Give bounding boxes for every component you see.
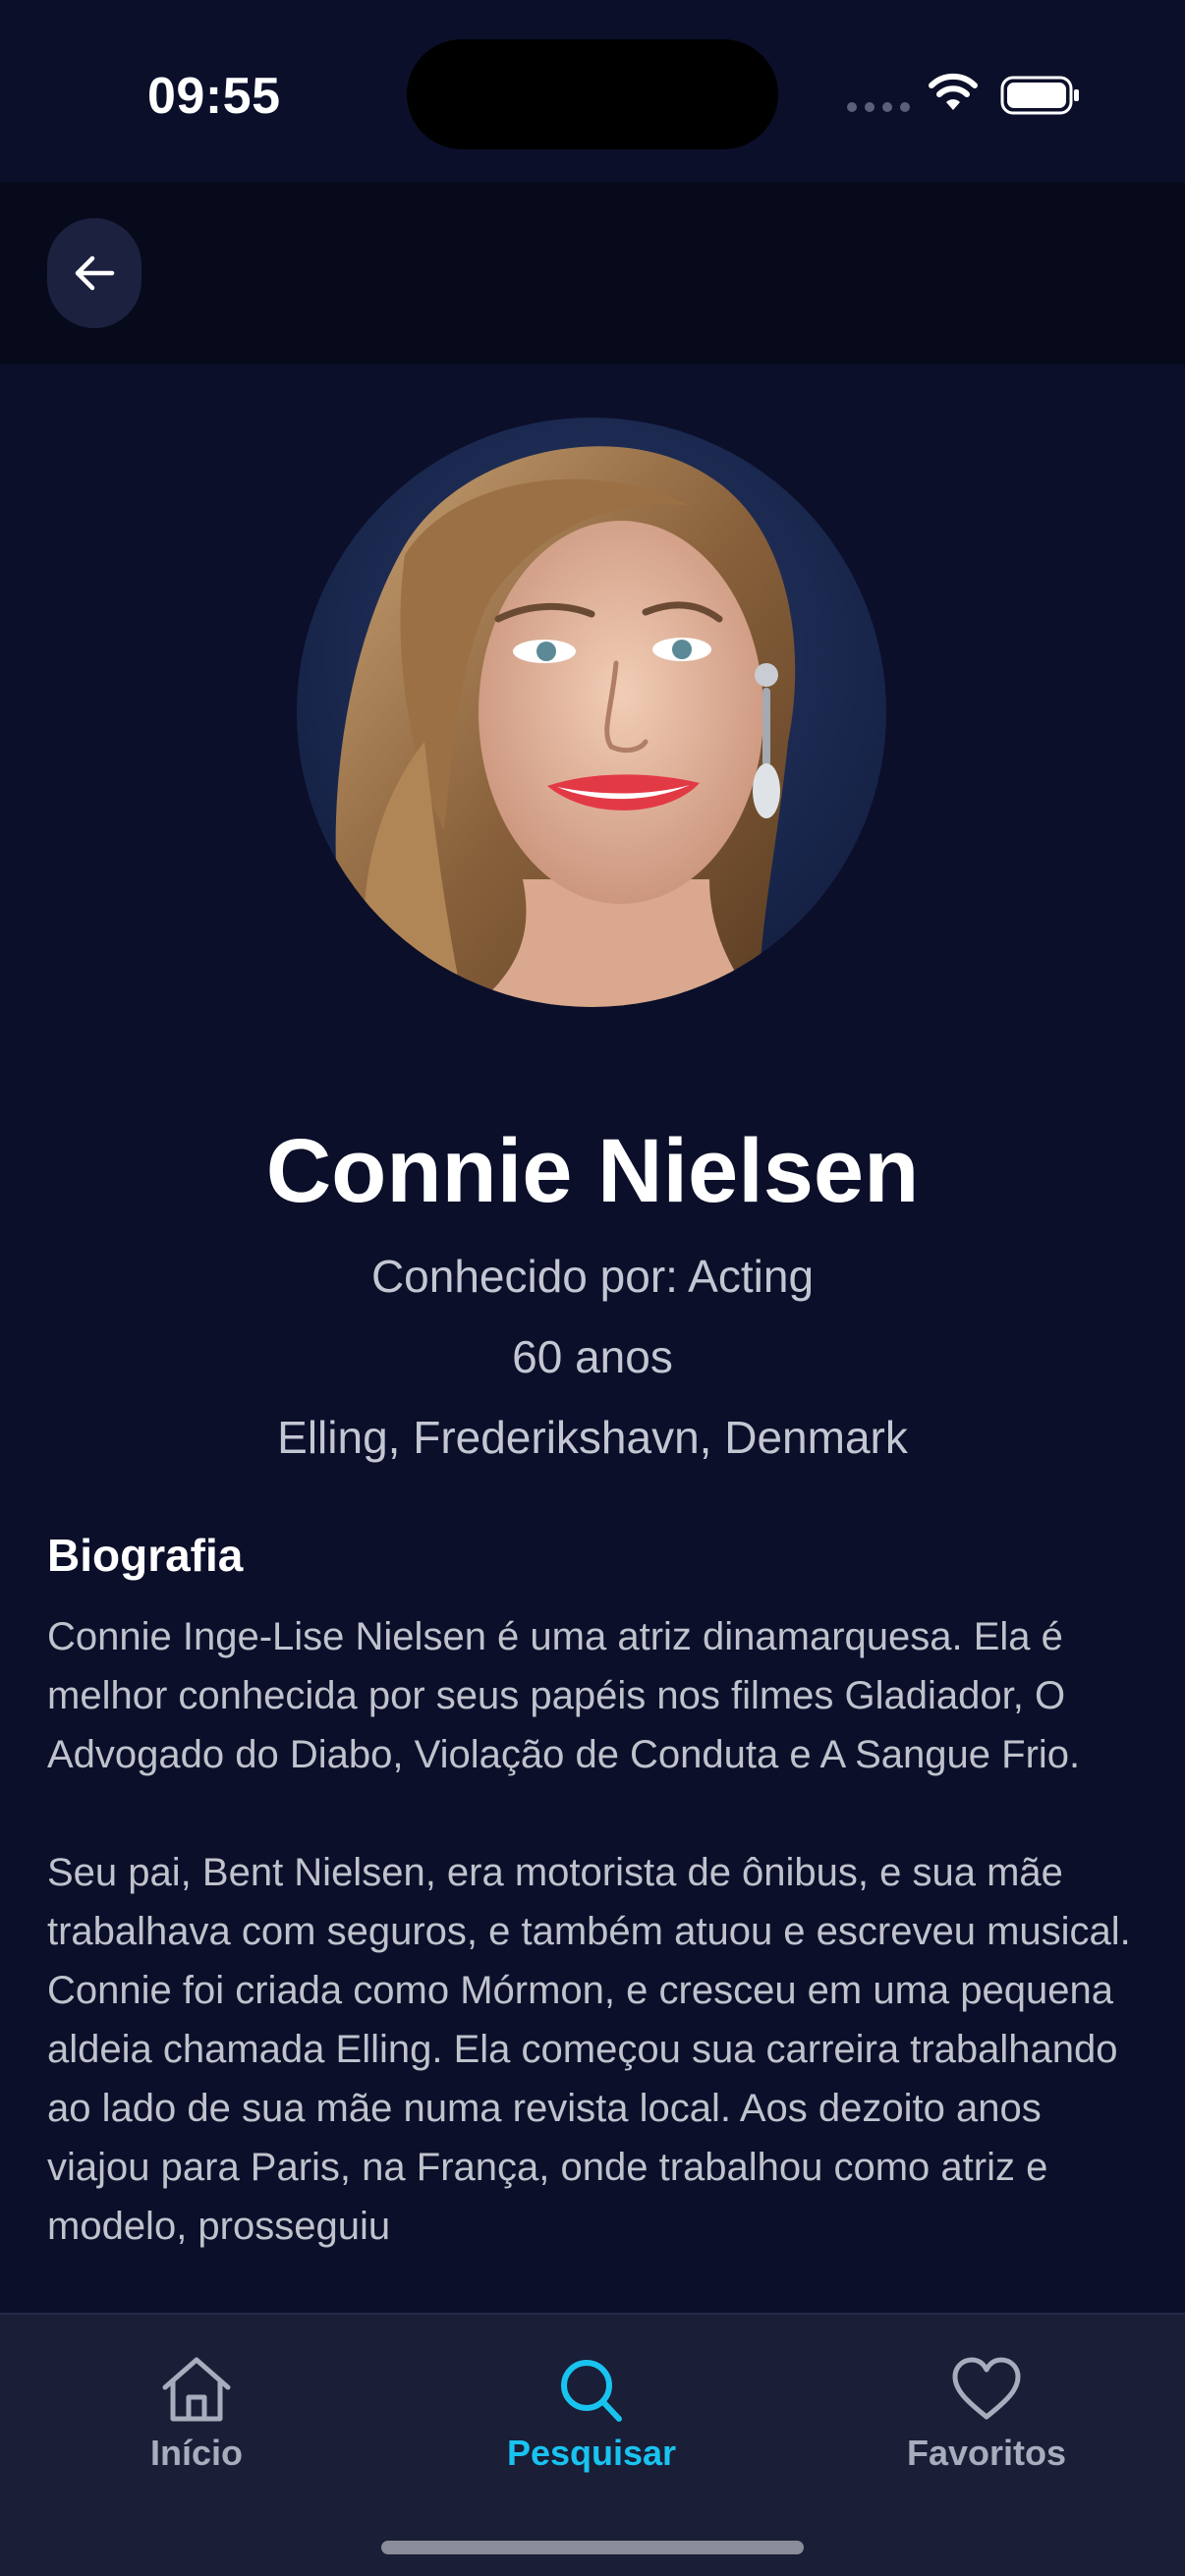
home-indicator [381, 2541, 804, 2554]
back-button[interactable] [47, 218, 141, 328]
tab-home[interactable]: Início [49, 2354, 344, 2474]
biography-heading: Biografia [47, 1530, 244, 1581]
heart-icon [952, 2357, 1021, 2420]
person-name: Connie Nielsen [265, 1121, 920, 1221]
person-photo [297, 418, 886, 1007]
person-detail-screen: 09:55 Connie Nielsen Conhecido por: Acti… [0, 0, 1185, 2576]
wifi-icon [929, 73, 978, 110]
birthplace-text: Elling, Frederikshavn, Denmark [277, 1412, 908, 1463]
arrow-left-icon [75, 255, 115, 291]
biography-paragraph: Connie Inge-Lise Nielsen é uma atriz din… [47, 1615, 1081, 1776]
tab-search-label: Pesquisar [506, 2433, 677, 2473]
biography-paragraph: Seu pai, Bent Nielsen, era motorista de … [47, 1851, 1131, 2248]
biography-text: Connie Inge-Lise Nielsen é uma atriz din… [47, 1607, 1148, 2256]
battery-icon [1000, 76, 1079, 115]
tab-home-label: Início [149, 2433, 243, 2473]
search-icon [561, 2360, 622, 2422]
nav-header [0, 182, 1185, 364]
dynamic-island [407, 39, 778, 149]
tab-favorites[interactable]: Favoritos [839, 2354, 1134, 2474]
cellular-signal-icon [847, 102, 910, 112]
age-text: 60 anos [512, 1331, 673, 1382]
person-avatar [297, 418, 886, 1007]
status-time: 09:55 [147, 68, 281, 125]
known-for-text: Conhecido por: Acting [370, 1251, 815, 1302]
tab-search[interactable]: Pesquisar [444, 2354, 739, 2474]
bottom-tab-bar: Início Pesquisar Favoritos [0, 2313, 1185, 2576]
home-icon [162, 2357, 231, 2422]
tab-favorites-label: Favoritos [906, 2433, 1067, 2473]
status-bar: 09:55 [0, 0, 1185, 182]
